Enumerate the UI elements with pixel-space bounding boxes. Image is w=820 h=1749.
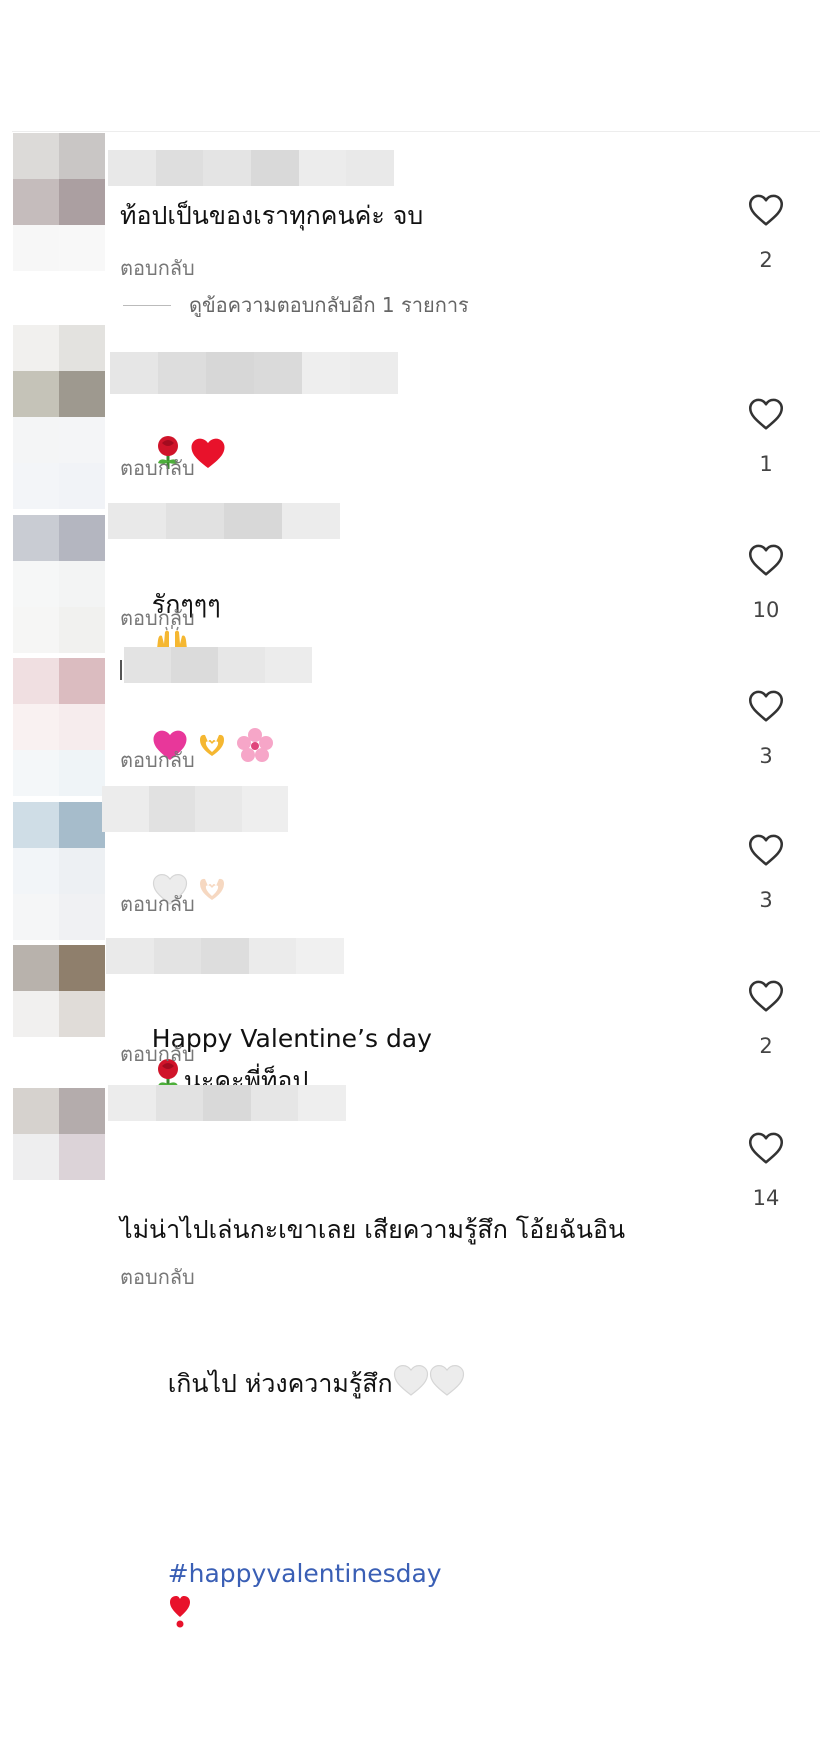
blurred-username[interactable] xyxy=(106,938,344,974)
blurred-username[interactable] xyxy=(110,352,398,394)
white-heart-emoji-icon xyxy=(393,1364,428,1396)
like-count: 2 xyxy=(759,248,773,272)
like-count: 2 xyxy=(759,1034,773,1058)
username-cursor xyxy=(120,660,122,680)
like-heart-icon[interactable] xyxy=(748,1131,784,1165)
cherry-blossom-emoji-icon xyxy=(236,728,273,762)
comment-text: ไม่น่าไปเล่นกะเขาเลย เสียความรู้สึก โอ้ย… xyxy=(120,1135,720,1749)
view-more-replies-label: ดูข้อความตอบกลับอีก 1 รายการ xyxy=(189,293,469,317)
like-heart-icon[interactable] xyxy=(748,397,784,431)
exclamation-heart-emoji-icon xyxy=(169,1596,190,1628)
like-count: 1 xyxy=(759,452,773,476)
avatar[interactable] xyxy=(13,1088,105,1180)
reply-button[interactable]: ตอบกลับ xyxy=(120,888,195,920)
blurred-username[interactable] xyxy=(108,1085,346,1121)
like-count: 3 xyxy=(759,744,773,768)
like-count: 10 xyxy=(752,598,780,622)
like-count: 3 xyxy=(759,888,773,912)
like-heart-icon[interactable] xyxy=(748,979,784,1013)
comment-text-line-1: ไม่น่าไปเล่นกะเขาเลย เสียความรู้สึก โอ้ย… xyxy=(120,1215,626,1244)
blurred-username[interactable] xyxy=(108,503,340,539)
comment-text xyxy=(120,832,720,955)
comment-text xyxy=(120,396,720,520)
avatar[interactable] xyxy=(13,133,105,271)
white-heart-emoji-icon xyxy=(429,1364,464,1396)
comment-text-line-3: #happyvalentinesday xyxy=(120,1517,720,1673)
avatar[interactable] xyxy=(13,802,105,940)
comment-text-line-2-text: เกินไป ห่วงความรู้สึก xyxy=(167,1369,393,1398)
avatar[interactable] xyxy=(13,658,105,796)
like-heart-icon[interactable] xyxy=(748,689,784,723)
thread-line xyxy=(123,304,171,306)
comment-text: ท้อปเป็นของเราทุกคนค่ะ จบ xyxy=(120,201,424,230)
reply-button[interactable]: ตอบกลับ xyxy=(120,1038,195,1070)
reply-button[interactable]: ตอบกลับ xyxy=(120,452,195,484)
reply-button[interactable]: ตอบกลับ xyxy=(120,744,195,776)
reply-button[interactable]: ตอบกลับ xyxy=(120,1261,195,1293)
like-heart-icon[interactable] xyxy=(748,833,784,867)
reply-button[interactable]: ตอบกลับ xyxy=(120,602,195,634)
top-divider xyxy=(12,131,820,132)
blurred-username[interactable] xyxy=(102,786,288,832)
red-heart-emoji-icon xyxy=(191,438,225,468)
heart-hands-light-emoji-icon xyxy=(199,878,224,900)
blurred-username[interactable] xyxy=(124,647,312,683)
view-more-replies-button[interactable]: ดูข้อความตอบกลับอีก 1 รายการ xyxy=(123,290,469,320)
heart-hands-emoji-icon xyxy=(199,734,224,756)
reply-button[interactable]: ตอบกลับ xyxy=(120,252,195,284)
like-count: 14 xyxy=(752,1186,780,1210)
avatar[interactable] xyxy=(13,325,105,509)
like-heart-icon[interactable] xyxy=(748,543,784,577)
comment-text-line-2: เกินไป ห่วงความรู้สึก xyxy=(120,1325,720,1441)
hashtag-link[interactable]: #happyvalentinesday xyxy=(168,1559,442,1588)
avatar[interactable] xyxy=(13,515,105,653)
blurred-username[interactable] xyxy=(108,150,395,186)
like-heart-icon[interactable] xyxy=(748,193,784,227)
avatar[interactable] xyxy=(13,945,105,1037)
